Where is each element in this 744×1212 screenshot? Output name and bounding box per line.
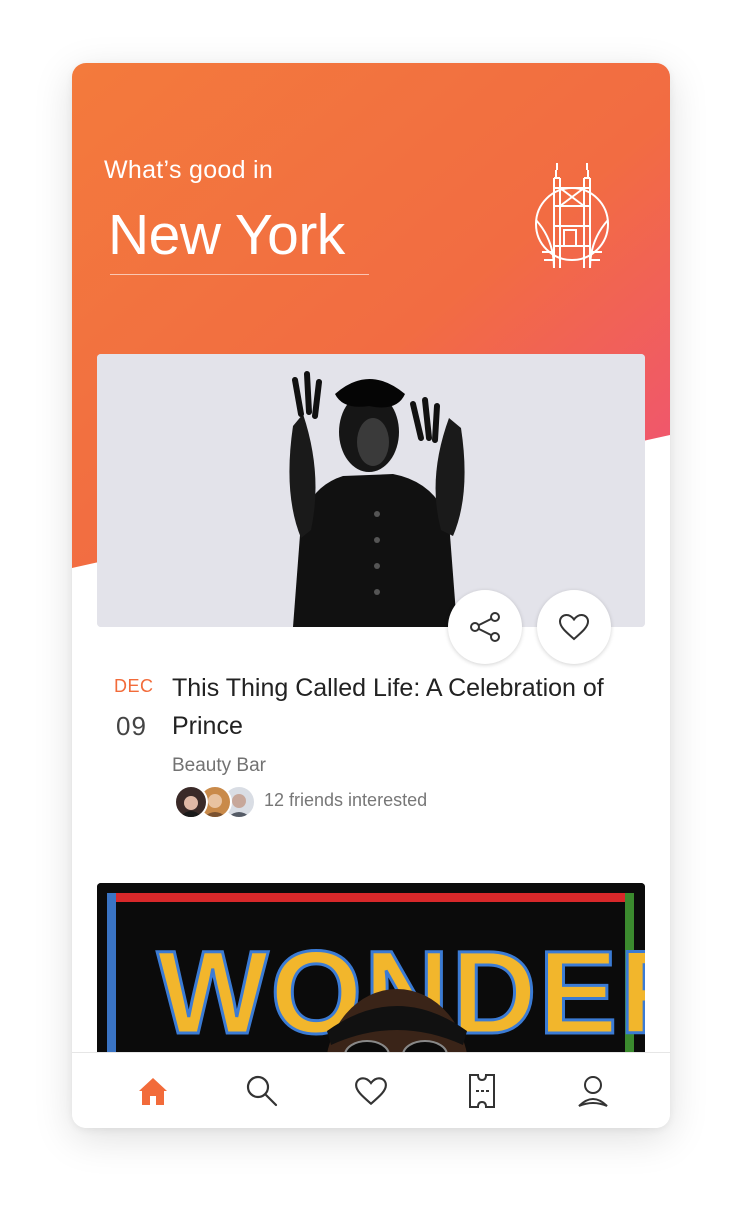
friends-interested[interactable]: 12 friends interested [264, 790, 427, 811]
search-icon [246, 1075, 278, 1107]
event-title[interactable]: This Thing Called Life: A Celebration of… [172, 669, 622, 745]
ticket-icon [469, 1074, 495, 1108]
tab-tickets[interactable] [442, 1053, 522, 1128]
home-icon [139, 1078, 167, 1105]
city-underline [110, 274, 369, 275]
heart-icon [355, 1077, 387, 1106]
event-venue[interactable]: Beauty Bar [172, 755, 266, 777]
tab-favorites[interactable] [331, 1053, 411, 1128]
tab-home[interactable] [113, 1053, 193, 1128]
event-image[interactable] [97, 354, 645, 627]
city-name[interactable]: New York [108, 201, 345, 269]
share-button[interactable] [448, 590, 522, 664]
tab-bar [72, 1052, 670, 1128]
performer-photo [97, 354, 645, 627]
event-day: 09 [116, 711, 147, 741]
tab-search[interactable] [222, 1053, 302, 1128]
event-month: DEC [114, 676, 154, 696]
avatar [174, 785, 208, 819]
share-icon [470, 612, 500, 642]
header-subtitle: What’s good in [104, 156, 274, 184]
user-icon [578, 1076, 608, 1107]
app-screen: What’s good in New York DEC 09 This Thin… [72, 63, 670, 1128]
heart-icon [558, 613, 590, 641]
bridge-icon [535, 163, 609, 269]
like-button[interactable] [537, 590, 611, 664]
friend-avatars[interactable] [174, 785, 258, 819]
tab-profile[interactable] [553, 1053, 633, 1128]
